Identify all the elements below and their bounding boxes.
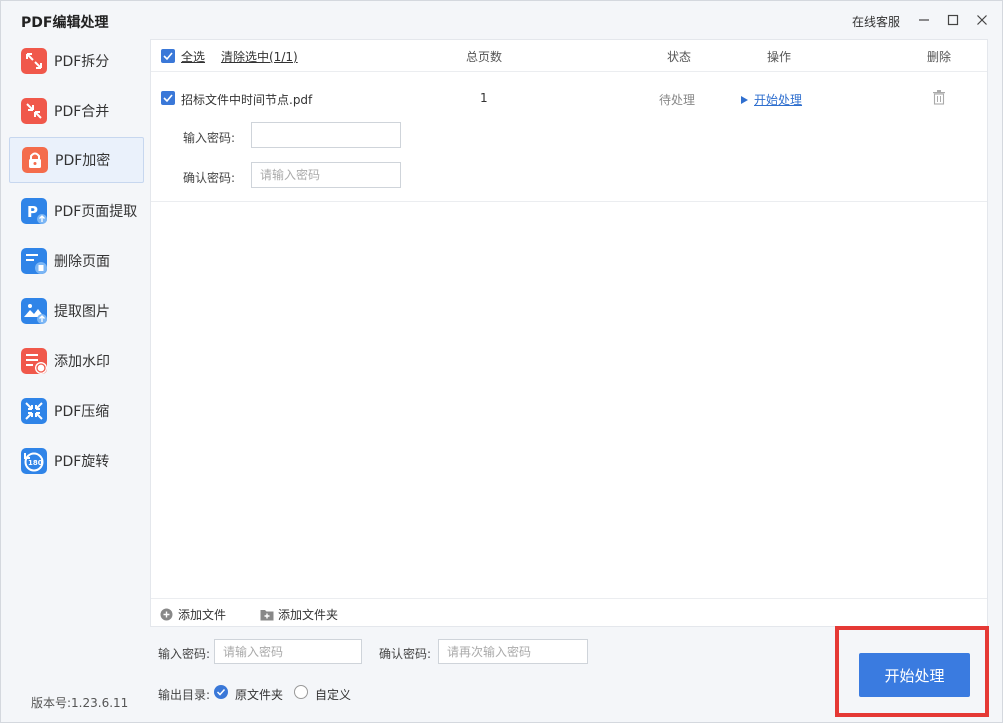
file-name: 招标文件中时间节点.pdf [181,93,313,107]
title-bar: PDF编辑处理 在线客服 [1,1,1002,39]
minimize-button[interactable] [913,9,935,31]
split-icon [21,48,47,74]
sidebar-item-merge[interactable]: PDF合并 [9,88,144,134]
sidebar-item-compress[interactable]: PDF压缩 [9,388,144,434]
file-row: 招标文件中时间节点.pdf 1 待处理 开始处理 输入密码: 确认密码: [151,73,987,202]
maximize-icon [947,14,959,26]
file-start-action[interactable]: 开始处理 [739,91,802,108]
sidebar-item-label: 删除页面 [54,254,110,270]
sidebar-item-split[interactable]: PDF拆分 [9,38,144,84]
app-window: PDF编辑处理 在线客服 PDF拆分 PDF合并 PDF加密 P PDF页面提取… [0,0,1003,723]
sidebar-item-encrypt[interactable]: PDF加密 [9,137,144,183]
file-checkbox[interactable] [161,91,175,105]
play-icon [741,95,748,104]
check-icon [163,94,173,103]
column-delete: 删除 [927,50,952,64]
row-confirm-label: 确认密码: [183,171,236,185]
watermark-icon [21,348,47,374]
add-folder-button[interactable]: 添加文件夹 [260,606,338,623]
app-title: PDF编辑处理 [21,15,109,31]
select-all-checkbox[interactable] [161,49,175,63]
radio-custom-folder[interactable] [294,685,308,699]
sidebar-item-label: PDF拆分 [54,54,110,70]
page-extract-icon: P [21,198,47,224]
check-icon [163,52,173,61]
file-start-label: 开始处理 [754,93,803,107]
sidebar-item-label: 添加水印 [54,354,110,370]
sidebar-item-label: PDF旋转 [54,454,110,470]
add-folder-label: 添加文件夹 [278,608,339,622]
row-confirm-input[interactable] [251,162,401,188]
password-label: 输入密码: [158,647,211,661]
sidebar-item-delete-page[interactable]: 删除页面 [9,238,144,284]
compress-icon [21,398,47,424]
add-circle-icon [160,608,173,621]
column-status: 状态 [667,50,692,64]
delete-page-icon [21,248,47,274]
radio-original-folder[interactable] [214,685,228,699]
confirm-password-label: 确认密码: [379,647,432,661]
svg-text:P: P [27,203,38,221]
start-process-button[interactable]: 开始处理 [859,653,970,697]
close-icon [977,15,987,25]
file-pages: 1 [480,91,488,105]
select-all-link[interactable]: 全选 [181,48,205,65]
confirm-password-input[interactable] [438,639,588,664]
clear-selection-link[interactable]: 清除选中(1/1) [221,48,298,65]
sidebar-item-watermark[interactable]: 添加水印 [9,338,144,384]
list-header: 全选 清除选中(1/1) 总页数 状态 操作 删除 [151,40,987,72]
column-action: 操作 [767,50,792,64]
add-file-button[interactable]: 添加文件 [160,606,226,623]
maximize-button[interactable] [942,9,964,31]
version-label: 版本号:1.23.6.11 [31,696,129,710]
file-list-panel: 全选 清除选中(1/1) 总页数 状态 操作 删除 招标文件中时间节点.pdf … [150,39,988,627]
add-folder-icon [260,608,274,621]
svg-text:180: 180 [28,459,43,467]
row-password-label: 输入密码: [183,131,236,145]
panel-footer: 添加文件 添加文件夹 [151,598,987,627]
option-original-label: 原文件夹 [235,688,284,702]
sidebar-item-image-extract[interactable]: 提取图片 [9,288,144,334]
sidebar-item-label: PDF合并 [54,104,110,120]
merge-icon [21,98,47,124]
minimize-icon [919,19,929,21]
output-dir-label: 输出目录: [158,688,211,702]
row-password-input[interactable] [251,122,401,148]
sidebar-item-label: 提取图片 [54,304,110,320]
check-icon [216,688,226,696]
sidebar-item-label: PDF加密 [55,153,111,169]
lock-icon [22,147,48,173]
password-input[interactable] [214,639,362,664]
option-custom-label: 自定义 [315,688,352,702]
sidebar: PDF拆分 PDF合并 PDF加密 P PDF页面提取 删除页面 提取图片 添加… [9,37,145,687]
online-service-link[interactable]: 在线客服 [852,13,900,30]
sidebar-item-label: PDF页面提取 [54,204,138,220]
sidebar-item-page-extract[interactable]: P PDF页面提取 [9,188,144,234]
sidebar-item-label: PDF压缩 [54,404,110,420]
image-extract-icon [21,298,47,324]
file-status: 待处理 [659,93,696,107]
add-file-label: 添加文件 [178,608,227,622]
close-button[interactable] [971,9,993,31]
trash-icon[interactable] [932,90,946,108]
rotate-icon: 180 [21,448,47,474]
column-pages: 总页数 [466,50,503,64]
sidebar-item-rotate[interactable]: 180 PDF旋转 [9,438,144,484]
